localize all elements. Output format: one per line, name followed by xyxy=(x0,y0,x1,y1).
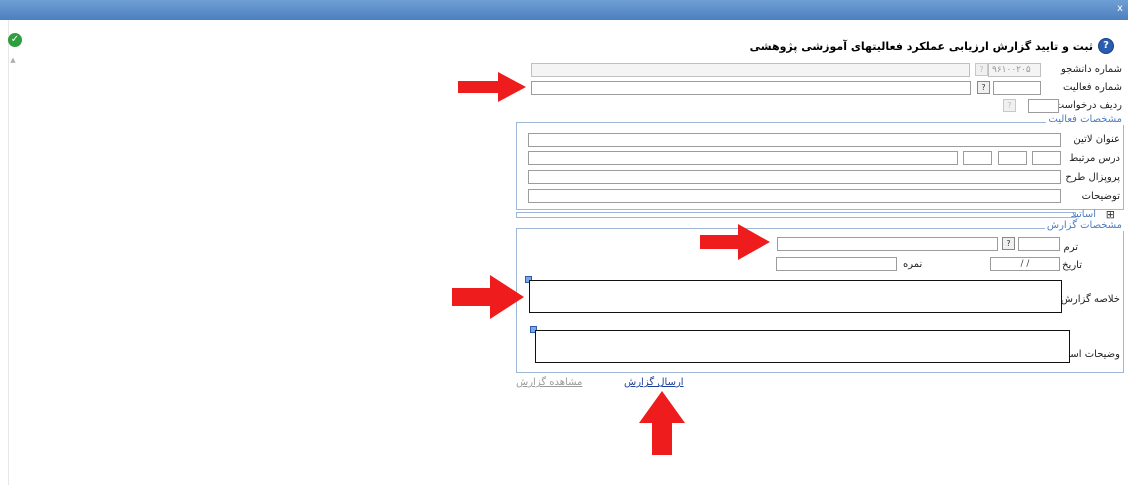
request-row-label: ردیف درخواست xyxy=(1054,100,1122,111)
window-titlebar: x xyxy=(0,0,1128,20)
professors-legend: اساتید xyxy=(1070,209,1096,220)
related-course-label: درس مرتبط xyxy=(1069,153,1120,164)
help-icon[interactable]: ? xyxy=(1098,38,1114,54)
student-name-field xyxy=(531,63,970,77)
summary-label: خلاصه گزارش xyxy=(1060,294,1120,305)
term-label: ترم xyxy=(1063,242,1079,253)
activity-lookup-icon[interactable]: ? xyxy=(977,81,990,94)
latin-title-label: عنوان لاتین xyxy=(1073,134,1120,145)
student-number-field: ۹۶۱۰۰۲۰۵ xyxy=(988,63,1041,77)
close-icon[interactable]: x xyxy=(1114,3,1126,15)
request-row-field[interactable] xyxy=(1028,99,1059,113)
description-field[interactable] xyxy=(528,189,1061,203)
scroll-up-icon[interactable]: ▲ xyxy=(9,56,17,64)
page-title: ثبت و تایید گزارش ارزیابی عملکرد فعالیته… xyxy=(749,40,1093,53)
proposal-field[interactable] xyxy=(528,170,1061,184)
latin-title-field[interactable] xyxy=(528,133,1061,147)
related-course-code-1[interactable] xyxy=(1032,151,1061,165)
term-lookup-icon[interactable]: ? xyxy=(1002,237,1015,250)
student-number-label: شماره دانشجو xyxy=(1060,64,1122,75)
send-report-link[interactable]: ارسال گزارش xyxy=(624,377,684,388)
term-code-field[interactable] xyxy=(1018,237,1060,251)
activity-number-label: شماره فعالیت xyxy=(1063,82,1122,93)
activity-number-field[interactable] xyxy=(993,81,1041,95)
professor-notes-textarea[interactable] xyxy=(535,330,1070,363)
confirm-ok-icon[interactable]: ✓ xyxy=(8,33,22,47)
related-course-code-3[interactable] xyxy=(963,151,992,165)
grade-label: نمره xyxy=(903,259,923,270)
request-lookup-icon: ? xyxy=(1003,99,1016,112)
related-course-name-field[interactable] xyxy=(528,151,958,165)
professors-section xyxy=(516,212,1076,218)
grade-field[interactable] xyxy=(776,257,897,271)
report-summary-textarea[interactable] xyxy=(529,280,1062,313)
view-report-link: مشاهده گزارش xyxy=(516,377,583,388)
arrow-annotation-activity-icon xyxy=(458,72,526,102)
proposal-label: پروپزال طرح xyxy=(1065,172,1120,183)
date-field[interactable]: / / xyxy=(990,257,1060,271)
arrow-annotation-send-icon xyxy=(639,391,685,455)
activity-section-legend: مشخصات فعالیت xyxy=(1046,114,1124,125)
arrow-annotation-summary-icon xyxy=(452,275,524,319)
term-name-field xyxy=(777,237,998,251)
description-label: توضیحات xyxy=(1081,191,1120,202)
activity-title-field xyxy=(531,81,971,95)
student-lookup-icon: ? xyxy=(975,63,988,76)
arrow-annotation-term-icon xyxy=(700,224,770,260)
related-course-code-2[interactable] xyxy=(998,151,1027,165)
date-label: تاریخ xyxy=(1062,260,1082,271)
report-section-legend: مشخصات گزارش xyxy=(1044,220,1124,231)
